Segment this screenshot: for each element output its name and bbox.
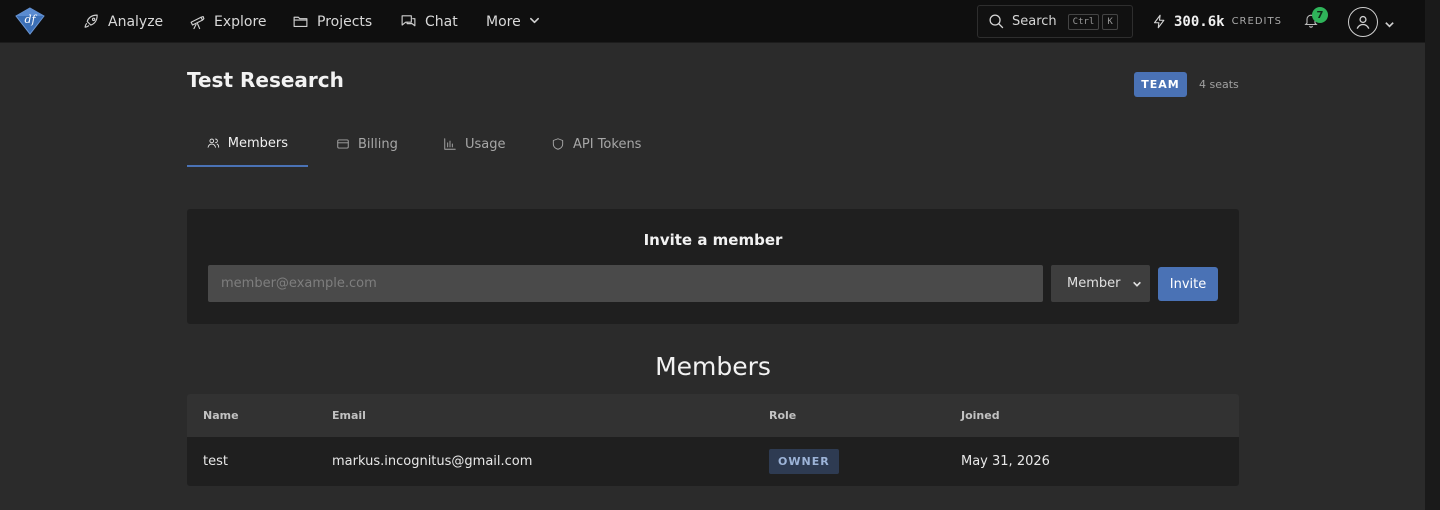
app-logo[interactable]: df — [14, 6, 46, 36]
chevron-down-icon — [529, 14, 540, 30]
member-name: test — [203, 454, 228, 469]
tab-api-tokens[interactable]: API Tokens — [531, 121, 661, 167]
tab-usage[interactable]: Usage — [423, 121, 526, 167]
nav-projects[interactable]: Projects — [292, 0, 372, 43]
tab-usage-label: Usage — [465, 136, 506, 152]
account-menu-chevron-icon[interactable] — [1384, 15, 1395, 34]
svg-text:df: df — [24, 13, 37, 26]
members-table-header: Name Email Role Joined — [187, 394, 1239, 437]
role-select-value: Member — [1067, 276, 1121, 291]
shortcut-key-k: K — [1102, 13, 1118, 30]
users-icon — [207, 138, 220, 148]
credits-value: 300.6k — [1174, 13, 1225, 30]
tab-billing-label: Billing — [358, 136, 398, 152]
chat-icon — [401, 15, 416, 27]
search-icon — [989, 14, 1004, 29]
page-title: Test Research — [187, 68, 344, 92]
user-icon — [1356, 15, 1370, 29]
nav-analyze[interactable]: Analyze — [83, 0, 163, 43]
nav-analyze-label: Analyze — [108, 13, 164, 30]
search-label: Search — [1012, 14, 1057, 29]
members-heading: Members — [655, 352, 771, 381]
invite-button[interactable]: Invite — [1158, 267, 1218, 301]
bar-chart-icon — [444, 138, 456, 150]
page-scrollbar[interactable] — [1425, 0, 1440, 510]
column-header-name[interactable]: Name — [203, 409, 239, 422]
tab-members[interactable]: Members — [187, 121, 308, 167]
nav-explore-label: Explore — [214, 13, 267, 30]
shortcut-key-ctrl: Ctrl — [1067, 13, 1100, 30]
search-shortcut: Ctrl K — [1067, 13, 1118, 30]
chevron-down-icon — [1133, 281, 1141, 287]
invite-email-input[interactable] — [208, 265, 1043, 302]
card-icon — [337, 139, 349, 149]
table-row[interactable]: test markus.incognitus@gmail.com OWNER M… — [187, 437, 1239, 486]
nav-chat-label: Chat — [425, 13, 458, 30]
nav-explore[interactable]: Explore — [189, 0, 267, 43]
telescope-icon — [190, 15, 205, 30]
nav-more-label: More — [486, 13, 521, 30]
member-email: markus.incognitus@gmail.com — [332, 454, 533, 469]
nav-projects-label: Projects — [317, 13, 373, 30]
members-table: Name Email Role Joined test markus.incog… — [187, 394, 1239, 486]
user-avatar[interactable] — [1348, 7, 1378, 37]
column-header-email[interactable]: Email — [332, 409, 366, 422]
credits-label: CREDITS — [1231, 16, 1282, 27]
tab-api-tokens-label: API Tokens — [573, 136, 642, 152]
nav-chat[interactable]: Chat — [400, 0, 458, 43]
nav-more[interactable]: More — [486, 0, 540, 43]
seats-count: 4 seats — [1199, 78, 1239, 91]
search-button[interactable]: Search Ctrl K — [977, 5, 1133, 38]
credits-display[interactable]: 300.6k CREDITS — [1152, 0, 1282, 43]
shield-icon — [552, 138, 564, 150]
rocket-icon — [84, 14, 98, 28]
notification-count-badge: 7 — [1312, 7, 1328, 23]
invite-member-card: Invite a member Member Invite — [187, 209, 1239, 324]
role-select[interactable]: Member — [1051, 265, 1150, 302]
member-joined-date: May 31, 2026 — [961, 454, 1050, 469]
tab-members-label: Members — [227, 135, 288, 151]
folder-icon — [293, 16, 308, 28]
notifications-button[interactable]: 7 — [1303, 7, 1328, 32]
plan-badge: TEAM — [1134, 72, 1187, 97]
column-header-role[interactable]: Role — [769, 409, 796, 422]
invite-title: Invite a member — [643, 231, 783, 249]
top-navbar: df Analyze Explore Projects Chat More Se… — [0, 0, 1425, 43]
role-badge: OWNER — [769, 449, 839, 474]
tab-billing[interactable]: Billing — [316, 121, 418, 167]
column-header-joined[interactable]: Joined — [961, 409, 1000, 422]
lightning-icon — [1153, 14, 1165, 29]
